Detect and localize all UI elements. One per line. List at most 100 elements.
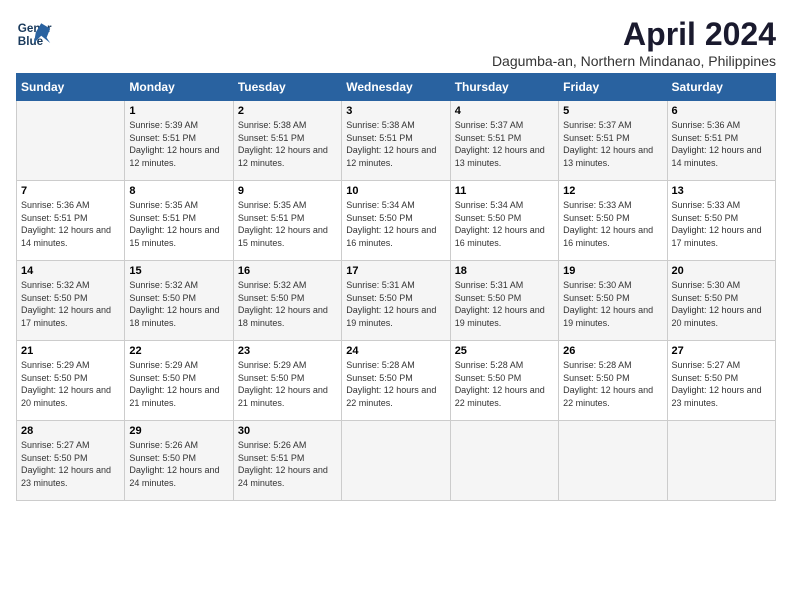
cell-info: Sunrise: 5:36 AMSunset: 5:51 PMDaylight:… xyxy=(21,199,120,249)
cell-info: Sunrise: 5:29 AMSunset: 5:50 PMDaylight:… xyxy=(21,359,120,409)
calendar-cell: 8 Sunrise: 5:35 AMSunset: 5:51 PMDaylight… xyxy=(125,181,233,261)
calendar-cell: 21 Sunrise: 5:29 AMSunset: 5:50 PMDayligh… xyxy=(17,341,125,421)
calendar-cell: 5 Sunrise: 5:37 AMSunset: 5:51 PMDaylight… xyxy=(559,101,667,181)
calendar-cell: 27 Sunrise: 5:27 AMSunset: 5:50 PMDayligh… xyxy=(667,341,775,421)
day-number: 8 xyxy=(129,185,228,197)
cell-info: Sunrise: 5:37 AMSunset: 5:51 PMDaylight:… xyxy=(563,119,662,169)
calendar-cell: 2 Sunrise: 5:38 AMSunset: 5:51 PMDaylight… xyxy=(233,101,341,181)
day-number: 16 xyxy=(238,265,337,277)
calendar-cell: 12 Sunrise: 5:33 AMSunset: 5:50 PMDayligh… xyxy=(559,181,667,261)
day-number: 24 xyxy=(346,345,445,357)
col-monday: Monday xyxy=(125,74,233,101)
calendar-cell: 6 Sunrise: 5:36 AMSunset: 5:51 PMDaylight… xyxy=(667,101,775,181)
calendar-cell: 11 Sunrise: 5:34 AMSunset: 5:50 PMDayligh… xyxy=(450,181,558,261)
calendar-body: 1 Sunrise: 5:39 AMSunset: 5:51 PMDaylight… xyxy=(17,101,776,501)
cell-info: Sunrise: 5:28 AMSunset: 5:50 PMDaylight:… xyxy=(455,359,554,409)
day-number: 25 xyxy=(455,345,554,357)
calendar-cell: 15Sunrise: 5:32 AMSunset: 5:50 PMDayligh… xyxy=(125,261,233,341)
calendar-cell: 17Sunrise: 5:31 AMSunset: 5:50 PMDayligh… xyxy=(342,261,450,341)
day-number: 13 xyxy=(672,185,771,197)
cell-info: Sunrise: 5:27 AMSunset: 5:50 PMDaylight:… xyxy=(21,439,120,489)
calendar-cell: 22Sunrise: 5:29 AMSunset: 5:50 PMDayligh… xyxy=(125,341,233,421)
calendar-cell: 29Sunrise: 5:26 AMSunset: 5:50 PMDayligh… xyxy=(125,421,233,501)
calendar-header: Sunday Monday Tuesday Wednesday Thursday… xyxy=(17,74,776,101)
calendar-week-row: 7 Sunrise: 5:36 AMSunset: 5:51 PMDaylight… xyxy=(17,181,776,261)
day-number: 2 xyxy=(238,105,337,117)
day-number: 7 xyxy=(21,185,120,197)
calendar-table: Sunday Monday Tuesday Wednesday Thursday… xyxy=(16,73,776,501)
cell-info: Sunrise: 5:31 AMSunset: 5:50 PMDaylight:… xyxy=(455,279,554,329)
day-number: 21 xyxy=(21,345,120,357)
cell-info: Sunrise: 5:34 AMSunset: 5:50 PMDaylight:… xyxy=(455,199,554,249)
calendar-week-row: 14 Sunrise: 5:32 AMSunset: 5:50 PMDayligh… xyxy=(17,261,776,341)
cell-info: Sunrise: 5:26 AMSunset: 5:50 PMDaylight:… xyxy=(129,439,228,489)
calendar-cell: 18Sunrise: 5:31 AMSunset: 5:50 PMDayligh… xyxy=(450,261,558,341)
calendar-cell: 4 Sunrise: 5:37 AMSunset: 5:51 PMDaylight… xyxy=(450,101,558,181)
cell-info: Sunrise: 5:26 AMSunset: 5:51 PMDaylight:… xyxy=(238,439,337,489)
cell-info: Sunrise: 5:38 AMSunset: 5:51 PMDaylight:… xyxy=(238,119,337,169)
cell-info: Sunrise: 5:37 AMSunset: 5:51 PMDaylight:… xyxy=(455,119,554,169)
logo-icon: General Blue xyxy=(16,16,52,52)
day-number: 10 xyxy=(346,185,445,197)
day-number: 26 xyxy=(563,345,662,357)
calendar-cell: 19 Sunrise: 5:30 AMSunset: 5:50 PMDayligh… xyxy=(559,261,667,341)
day-number: 12 xyxy=(563,185,662,197)
cell-info: Sunrise: 5:35 AMSunset: 5:51 PMDaylight:… xyxy=(238,199,337,249)
day-number: 5 xyxy=(563,105,662,117)
cell-info: Sunrise: 5:35 AMSunset: 5:51 PMDaylight:… xyxy=(129,199,228,249)
day-number: 19 xyxy=(563,265,662,277)
cell-info: Sunrise: 5:30 AMSunset: 5:50 PMDaylight:… xyxy=(672,279,771,329)
cell-info: Sunrise: 5:34 AMSunset: 5:50 PMDaylight:… xyxy=(346,199,445,249)
calendar-cell xyxy=(450,421,558,501)
cell-info: Sunrise: 5:29 AMSunset: 5:50 PMDaylight:… xyxy=(238,359,337,409)
day-number: 4 xyxy=(455,105,554,117)
calendar-week-row: 1 Sunrise: 5:39 AMSunset: 5:51 PMDaylight… xyxy=(17,101,776,181)
col-friday: Friday xyxy=(559,74,667,101)
day-number: 14 xyxy=(21,265,120,277)
day-number: 28 xyxy=(21,425,120,437)
col-saturday: Saturday xyxy=(667,74,775,101)
cell-info: Sunrise: 5:27 AMSunset: 5:50 PMDaylight:… xyxy=(672,359,771,409)
calendar-cell xyxy=(667,421,775,501)
calendar-cell: 3Sunrise: 5:38 AMSunset: 5:51 PMDaylight… xyxy=(342,101,450,181)
cell-info: Sunrise: 5:28 AMSunset: 5:50 PMDaylight:… xyxy=(346,359,445,409)
cell-info: Sunrise: 5:32 AMSunset: 5:50 PMDaylight:… xyxy=(21,279,120,329)
header-row: Sunday Monday Tuesday Wednesday Thursday… xyxy=(17,74,776,101)
calendar-cell: 26 Sunrise: 5:28 AMSunset: 5:50 PMDayligh… xyxy=(559,341,667,421)
cell-info: Sunrise: 5:30 AMSunset: 5:50 PMDaylight:… xyxy=(563,279,662,329)
calendar-cell: 30 Sunrise: 5:26 AMSunset: 5:51 PMDayligh… xyxy=(233,421,341,501)
day-number: 22 xyxy=(129,345,228,357)
calendar-cell: 16Sunrise: 5:32 AMSunset: 5:50 PMDayligh… xyxy=(233,261,341,341)
location-subtitle: Dagumba-an, Northern Mindanao, Philippin… xyxy=(492,53,776,69)
calendar-cell xyxy=(17,101,125,181)
calendar-cell: 23Sunrise: 5:29 AMSunset: 5:50 PMDayligh… xyxy=(233,341,341,421)
calendar-cell xyxy=(559,421,667,501)
calendar-cell: 9 Sunrise: 5:35 AMSunset: 5:51 PMDaylight… xyxy=(233,181,341,261)
day-number: 3 xyxy=(346,105,445,117)
col-wednesday: Wednesday xyxy=(342,74,450,101)
calendar-cell: 14 Sunrise: 5:32 AMSunset: 5:50 PMDayligh… xyxy=(17,261,125,341)
day-number: 6 xyxy=(672,105,771,117)
day-number: 27 xyxy=(672,345,771,357)
calendar-cell: 20Sunrise: 5:30 AMSunset: 5:50 PMDayligh… xyxy=(667,261,775,341)
logo: General Blue xyxy=(16,16,52,52)
cell-info: Sunrise: 5:33 AMSunset: 5:50 PMDaylight:… xyxy=(672,199,771,249)
calendar-week-row: 21 Sunrise: 5:29 AMSunset: 5:50 PMDayligh… xyxy=(17,341,776,421)
cell-info: Sunrise: 5:33 AMSunset: 5:50 PMDaylight:… xyxy=(563,199,662,249)
calendar-cell xyxy=(342,421,450,501)
cell-info: Sunrise: 5:36 AMSunset: 5:51 PMDaylight:… xyxy=(672,119,771,169)
cell-info: Sunrise: 5:32 AMSunset: 5:50 PMDaylight:… xyxy=(129,279,228,329)
month-title: April 2024 xyxy=(492,16,776,53)
day-number: 11 xyxy=(455,185,554,197)
calendar-cell: 7 Sunrise: 5:36 AMSunset: 5:51 PMDaylight… xyxy=(17,181,125,261)
calendar-cell: 25 Sunrise: 5:28 AMSunset: 5:50 PMDayligh… xyxy=(450,341,558,421)
day-number: 9 xyxy=(238,185,337,197)
day-number: 30 xyxy=(238,425,337,437)
day-number: 1 xyxy=(129,105,228,117)
calendar-cell: 1 Sunrise: 5:39 AMSunset: 5:51 PMDaylight… xyxy=(125,101,233,181)
title-area: April 2024 Dagumba-an, Northern Mindanao… xyxy=(492,16,776,69)
col-thursday: Thursday xyxy=(450,74,558,101)
calendar-cell: 13 Sunrise: 5:33 AMSunset: 5:50 PMDayligh… xyxy=(667,181,775,261)
cell-info: Sunrise: 5:39 AMSunset: 5:51 PMDaylight:… xyxy=(129,119,228,169)
cell-info: Sunrise: 5:28 AMSunset: 5:50 PMDaylight:… xyxy=(563,359,662,409)
